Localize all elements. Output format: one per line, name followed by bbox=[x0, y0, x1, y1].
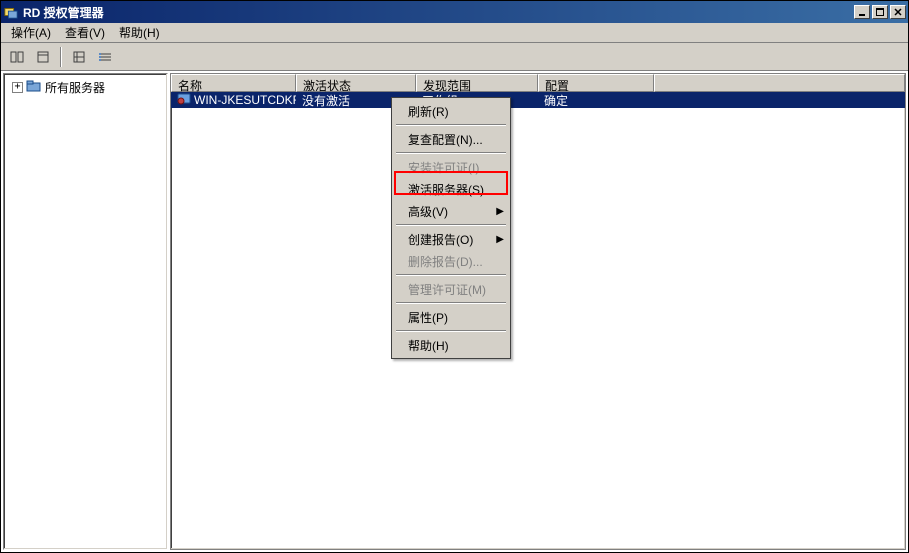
ctx-activate-server[interactable]: 激活服务器(S) bbox=[394, 178, 508, 200]
col-scope[interactable]: 发现范围 bbox=[416, 74, 538, 92]
minimize-button[interactable] bbox=[854, 5, 870, 19]
tree-folder-icon bbox=[26, 79, 42, 96]
col-filler bbox=[654, 74, 905, 92]
maximize-button[interactable] bbox=[872, 5, 888, 19]
ctx-sep-2 bbox=[396, 152, 506, 154]
ctx-sep-6 bbox=[396, 330, 506, 332]
ctx-create-report-label: 创建报告(O) bbox=[408, 231, 473, 248]
submenu-arrow-icon: ▶ bbox=[496, 206, 504, 217]
ctx-sep-1 bbox=[396, 124, 506, 126]
ctx-install-license: 安装许可证(I) bbox=[394, 156, 508, 178]
server-icon bbox=[177, 93, 191, 108]
col-activation[interactable]: 激活状态 bbox=[296, 74, 416, 92]
toolbar-sep-1 bbox=[60, 47, 62, 67]
col-name[interactable]: 名称 bbox=[171, 74, 296, 92]
cell-name: WIN-JKESUTCDKFE bbox=[194, 93, 296, 107]
list-row[interactable]: WIN-JKESUTCDKFE 没有激活 工作组 确定 bbox=[171, 92, 905, 108]
ctx-create-report[interactable]: 创建报告(O) ▶ bbox=[394, 228, 508, 250]
menu-help[interactable]: 帮助(H) bbox=[113, 22, 166, 43]
col-config[interactable]: 配置 bbox=[538, 74, 654, 92]
ctx-manage-license: 管理许可证(M) bbox=[394, 278, 508, 300]
ctx-properties[interactable]: 属性(P) bbox=[394, 306, 508, 328]
tree-pane: + 所有服务器 bbox=[3, 73, 168, 550]
ctx-help[interactable]: 帮助(H) bbox=[394, 334, 508, 356]
titlebar: RD 授权管理器 bbox=[1, 1, 908, 23]
submenu-arrow-icon: ▶ bbox=[496, 234, 504, 245]
ctx-advanced[interactable]: 高级(V) ▶ bbox=[394, 200, 508, 222]
toolbar-btn-1[interactable] bbox=[5, 46, 29, 68]
context-menu: 刷新(R) 复查配置(N)... 安装许可证(I) 激活服务器(S) 高级(V)… bbox=[391, 97, 511, 359]
ctx-advanced-label: 高级(V) bbox=[408, 203, 448, 220]
cell-config: 确定 bbox=[538, 92, 654, 109]
toolbar-btn-4[interactable] bbox=[93, 46, 117, 68]
menubar: 操作(A) 查看(V) 帮助(H) bbox=[1, 23, 908, 43]
ctx-refresh[interactable]: 刷新(R) bbox=[394, 100, 508, 122]
list-header: 名称 激活状态 发现范围 配置 bbox=[171, 74, 905, 92]
menu-view[interactable]: 查看(V) bbox=[59, 22, 111, 43]
menu-action[interactable]: 操作(A) bbox=[5, 22, 57, 43]
tree-root-label: 所有服务器 bbox=[45, 79, 105, 96]
ctx-sep-4 bbox=[396, 274, 506, 276]
app-icon bbox=[3, 4, 19, 20]
app-window: RD 授权管理器 操作(A) 查看(V) 帮助(H) bbox=[0, 0, 909, 553]
toolbar-btn-2[interactable] bbox=[31, 46, 55, 68]
ctx-review-config[interactable]: 复查配置(N)... bbox=[394, 128, 508, 150]
toolbar-btn-3[interactable] bbox=[67, 46, 91, 68]
ctx-sep-3 bbox=[396, 224, 506, 226]
ctx-delete-report: 删除报告(D)... bbox=[394, 250, 508, 272]
list-pane: 名称 激活状态 发现范围 配置 WIN-JKESUTCDKFE 没有激活 工作组… bbox=[170, 73, 906, 550]
close-button[interactable] bbox=[890, 5, 906, 19]
toolbar bbox=[1, 43, 908, 71]
ctx-sep-5 bbox=[396, 302, 506, 304]
tree-root-row[interactable]: + 所有服务器 bbox=[8, 78, 163, 96]
tree-expand-icon[interactable]: + bbox=[12, 82, 23, 93]
titlebar-title: RD 授权管理器 bbox=[23, 4, 852, 21]
